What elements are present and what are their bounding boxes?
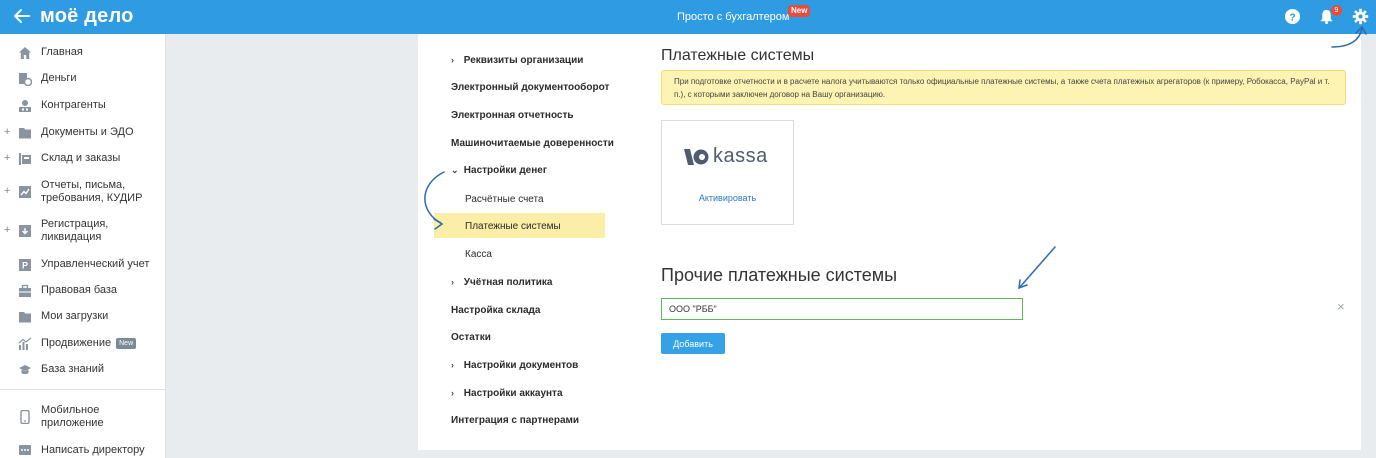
contractors-icon	[19, 100, 31, 112]
message-icon	[19, 445, 31, 455]
back-arrow-icon[interactable]	[12, 6, 32, 26]
promotion-icon	[18, 337, 32, 350]
notification-count-badge: 9	[1331, 5, 1342, 16]
menu-item-document-settings[interactable]: › Настройки документов	[451, 360, 578, 371]
yookassa-logo-icon	[684, 149, 709, 165]
other-systems-title: Прочие платежные системы	[661, 265, 898, 285]
money-icon	[19, 73, 32, 86]
sidebar-item-label: Управленческий учет	[41, 258, 150, 270]
clear-icon[interactable]: ×	[1337, 299, 1345, 314]
sidebar: Главная Деньги Контрагенты + Документы и…	[0, 34, 166, 458]
new-badge: New	[116, 338, 137, 349]
management-icon: P	[19, 259, 31, 271]
folder-icon	[19, 128, 31, 139]
sidebar-item-label: Деньги	[41, 72, 77, 84]
help-icon[interactable]: ?	[1284, 8, 1301, 25]
kassa-logo: kassa	[682, 145, 777, 169]
sidebar-item-label: Документы и ЭДО	[41, 126, 134, 138]
sidebar-item-label: Отчеты, письма, требования, КУДИР	[41, 179, 143, 204]
info-notice: При подготовке отчетности и в расчете на…	[661, 70, 1346, 105]
sidebar-item-label: Контрагенты	[41, 99, 106, 111]
reports-icon	[19, 186, 31, 198]
activate-link[interactable]: Активировать	[662, 193, 793, 203]
page-title: Платежные системы	[661, 47, 815, 64]
sidebar-item-label: Правовая база	[41, 284, 118, 296]
chevron-down-icon: ⌄	[451, 165, 459, 175]
chevron-right-icon: ›	[451, 388, 454, 398]
registration-icon	[19, 225, 31, 237]
menu-item-warehouse-settings[interactable]: Настройка склада	[451, 305, 540, 316]
mobile-icon	[20, 410, 30, 424]
menu-item-cash[interactable]: Касса	[465, 249, 492, 260]
sidebar-item-label: Продвижение New	[41, 337, 161, 350]
svg-text:P: P	[22, 261, 28, 271]
sidebar-item-label: Мои загрузки	[41, 310, 109, 322]
menu-item-money-settings[interactable]: ⌄ Настройки денег	[451, 165, 547, 176]
sidebar-item-label: База знаний	[41, 363, 105, 375]
top-bar: моё дело Просто с бухгалтером New ? 9	[0, 0, 1376, 34]
expand-plus-icon[interactable]: +	[4, 224, 10, 237]
expand-plus-icon[interactable]: +	[4, 185, 10, 198]
kassa-name: kassa	[713, 145, 768, 167]
downloads-icon	[19, 312, 31, 323]
svg-text:?: ?	[1289, 12, 1295, 23]
sidebar-item-label: Главная	[41, 46, 83, 58]
chevron-right-icon: ›	[451, 55, 454, 65]
tariff-title[interactable]: Просто с бухгалтером	[677, 11, 789, 23]
menu-item-edo[interactable]: Электронный документооборот	[451, 82, 609, 93]
menu-item-org-details[interactable]: › Реквизиты организации	[451, 55, 583, 66]
briefcase-icon	[19, 284, 31, 297]
knowledge-icon	[19, 365, 31, 375]
sidebar-divider	[0, 389, 166, 390]
sidebar-item-label: Мобильное приложение	[41, 404, 104, 429]
sidebar-item-label: Склад и заказы	[41, 152, 121, 164]
menu-item-accounting-policy[interactable]: › Учётная политика	[451, 277, 553, 288]
expand-plus-icon[interactable]: +	[4, 126, 10, 139]
home-icon	[19, 47, 31, 59]
menu-item-account-settings[interactable]: › Настройки аккаунта	[451, 388, 563, 399]
menu-item-e-reporting[interactable]: Электронная отчетность	[451, 110, 574, 121]
chevron-right-icon: ›	[451, 360, 454, 370]
menu-item-partner-integration[interactable]: Интеграция с партнерами	[451, 415, 579, 426]
app-logo[interactable]: моё дело	[40, 5, 134, 28]
payment-system-input[interactable]	[661, 298, 1023, 320]
menu-item-balances[interactable]: Остатки	[451, 332, 491, 343]
add-button[interactable]: Добавить	[661, 333, 725, 354]
kassa-card[interactable]: kassa Активировать	[661, 120, 794, 225]
menu-item-payment-systems[interactable]: Платежные системы	[465, 221, 561, 232]
menu-item-machine-poa[interactable]: Машиночитаемые доверенности	[451, 138, 614, 149]
menu-item-bank-accounts[interactable]: Расчётные счета	[465, 194, 544, 205]
chevron-right-icon: ›	[451, 277, 454, 287]
sidebar-item-label: Написать директору	[41, 444, 145, 456]
new-badge: New	[788, 5, 811, 17]
warehouse-icon	[19, 153, 31, 165]
sidebar-item-label: Регистрация, ликвидация	[41, 218, 109, 243]
expand-plus-icon[interactable]: +	[4, 152, 10, 165]
gear-icon[interactable]	[1352, 8, 1369, 25]
